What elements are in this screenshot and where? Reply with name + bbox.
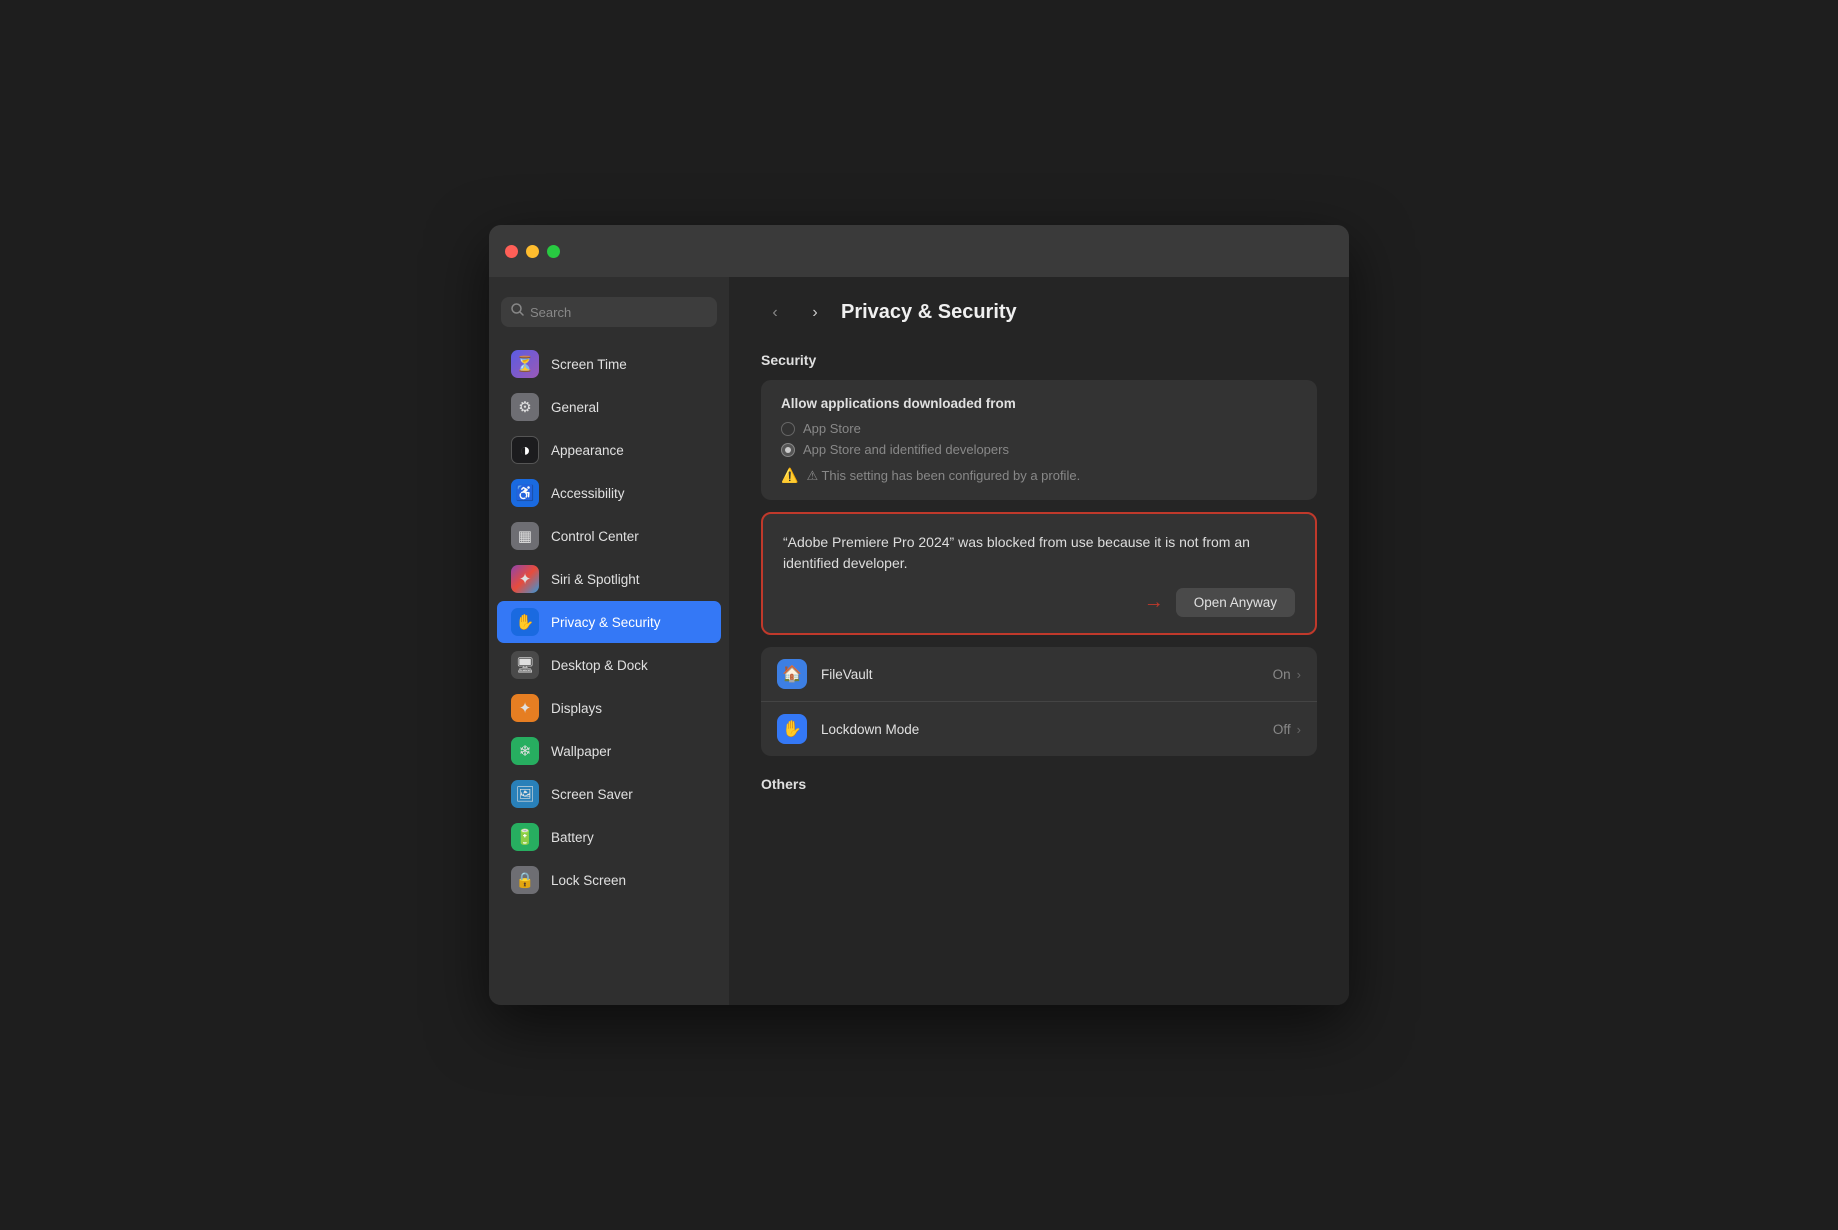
close-button[interactable] xyxy=(505,245,518,258)
radio-app-store[interactable]: App Store xyxy=(781,421,1297,436)
search-placeholder: Search xyxy=(530,305,571,320)
sidebar-label-lock: Lock Screen xyxy=(551,873,626,888)
lockdown-label: Lockdown Mode xyxy=(821,722,1273,737)
traffic-lights xyxy=(505,245,560,258)
security-section-title: Security xyxy=(761,352,1317,368)
sidebar-label-privacy-security: Privacy & Security xyxy=(551,615,661,630)
sidebar-label-general: General xyxy=(551,400,599,415)
sidebar-label-screen-time: Screen Time xyxy=(551,357,627,372)
back-button[interactable]: ‹ xyxy=(761,303,789,323)
sidebar-item-wallpaper[interactable]: ❄ Wallpaper xyxy=(497,730,721,772)
search-icon xyxy=(511,303,524,321)
filevault-value: On xyxy=(1273,667,1291,682)
filevault-chevron: › xyxy=(1297,667,1301,682)
warning-icon: ⚠️ xyxy=(781,467,798,484)
screen-saver-icon: 🖼 xyxy=(511,780,539,808)
forward-button[interactable]: › xyxy=(801,303,829,323)
content-area: Search ⏳ Screen Time ⚙ General ◑ Appeara… xyxy=(489,277,1349,1005)
radio-app-store-identified[interactable]: App Store and identified developers xyxy=(781,442,1297,457)
system-preferences-window: Search ⏳ Screen Time ⚙ General ◑ Appeara… xyxy=(489,225,1349,1005)
open-anyway-row: → Open Anyway xyxy=(783,588,1295,617)
sidebar-label-control-center: Control Center xyxy=(551,529,639,544)
battery-icon: 🔋 xyxy=(511,823,539,851)
radio-circle-app-store-identified xyxy=(781,443,795,457)
filevault-label: FileVault xyxy=(821,667,1273,682)
lockdown-value: Off xyxy=(1273,722,1291,737)
main-header: ‹ › Privacy & Security xyxy=(761,301,1317,324)
security-list-card: 🏠 FileVault On › ✋ Lockdown Mode Off › xyxy=(761,647,1317,756)
radio-label-app-store-identified: App Store and identified developers xyxy=(803,442,1009,457)
siri-icon: ✦ xyxy=(511,565,539,593)
titlebar xyxy=(489,225,1349,277)
screen-time-icon: ⏳ xyxy=(511,350,539,378)
privacy-icon: ✋ xyxy=(511,608,539,636)
wallpaper-icon: ❄ xyxy=(511,737,539,765)
sidebar-label-accessibility: Accessibility xyxy=(551,486,625,501)
page-title: Privacy & Security xyxy=(841,301,1017,324)
allow-apps-heading: Allow applications downloaded from xyxy=(781,396,1297,411)
accessibility-icon: ♿ xyxy=(511,479,539,507)
filevault-row[interactable]: 🏠 FileVault On › xyxy=(761,647,1317,702)
control-center-icon: ▦ xyxy=(511,522,539,550)
sidebar-label-displays: Displays xyxy=(551,701,602,716)
lock-icon: 🔒 xyxy=(511,866,539,894)
arrow-icon: → xyxy=(1144,591,1164,614)
sidebar-item-privacy-security[interactable]: ✋ Privacy & Security xyxy=(497,601,721,643)
sidebar-item-screen-saver[interactable]: 🖼 Screen Saver xyxy=(497,773,721,815)
sidebar-item-desktop-dock[interactable]: 🖥 Desktop & Dock xyxy=(497,644,721,686)
sidebar-item-general[interactable]: ⚙ General xyxy=(497,386,721,428)
others-section-title: Others xyxy=(761,776,1317,792)
sidebar-item-control-center[interactable]: ▦ Control Center xyxy=(497,515,721,557)
sidebar-label-battery: Battery xyxy=(551,830,594,845)
appearance-icon: ◑ xyxy=(511,436,539,464)
search-container: Search xyxy=(489,289,729,343)
sidebar-item-battery[interactable]: 🔋 Battery xyxy=(497,816,721,858)
displays-icon: ✦ xyxy=(511,694,539,722)
lockdown-row[interactable]: ✋ Lockdown Mode Off › xyxy=(761,702,1317,756)
warning-text: ⚠ This setting has been configured by a … xyxy=(806,468,1080,484)
lockdown-icon: ✋ xyxy=(777,714,807,744)
sidebar-label-appearance: Appearance xyxy=(551,443,624,458)
sidebar-item-displays[interactable]: ✦ Displays xyxy=(497,687,721,729)
radio-label-app-store: App Store xyxy=(803,421,861,436)
search-box[interactable]: Search xyxy=(501,297,717,327)
blocked-app-card: “Adobe Premiere Pro 2024” was blocked fr… xyxy=(761,512,1317,635)
radio-circle-app-store xyxy=(781,422,795,436)
sidebar: Search ⏳ Screen Time ⚙ General ◑ Appeara… xyxy=(489,277,729,1005)
lockdown-chevron: › xyxy=(1297,722,1301,737)
sidebar-item-accessibility[interactable]: ♿ Accessibility xyxy=(497,472,721,514)
general-icon: ⚙ xyxy=(511,393,539,421)
allow-apps-card: Allow applications downloaded from App S… xyxy=(761,380,1317,500)
sidebar-label-desktop-dock: Desktop & Dock xyxy=(551,658,648,673)
profile-warning: ⚠️ ⚠ This setting has been configured by… xyxy=(781,467,1297,484)
sidebar-label-siri-spotlight: Siri & Spotlight xyxy=(551,572,640,587)
sidebar-label-wallpaper: Wallpaper xyxy=(551,744,611,759)
sidebar-item-siri-spotlight[interactable]: ✦ Siri & Spotlight xyxy=(497,558,721,600)
blocked-app-message: “Adobe Premiere Pro 2024” was blocked fr… xyxy=(783,532,1295,574)
sidebar-item-appearance[interactable]: ◑ Appearance xyxy=(497,429,721,471)
maximize-button[interactable] xyxy=(547,245,560,258)
desktop-icon: 🖥 xyxy=(511,651,539,679)
open-anyway-button[interactable]: Open Anyway xyxy=(1176,588,1295,617)
main-content: ‹ › Privacy & Security Security Allow ap… xyxy=(729,277,1349,1005)
sidebar-item-lock-screen[interactable]: 🔒 Lock Screen xyxy=(497,859,721,901)
sidebar-item-screen-time[interactable]: ⏳ Screen Time xyxy=(497,343,721,385)
sidebar-label-screen-saver: Screen Saver xyxy=(551,787,633,802)
minimize-button[interactable] xyxy=(526,245,539,258)
filevault-icon: 🏠 xyxy=(777,659,807,689)
